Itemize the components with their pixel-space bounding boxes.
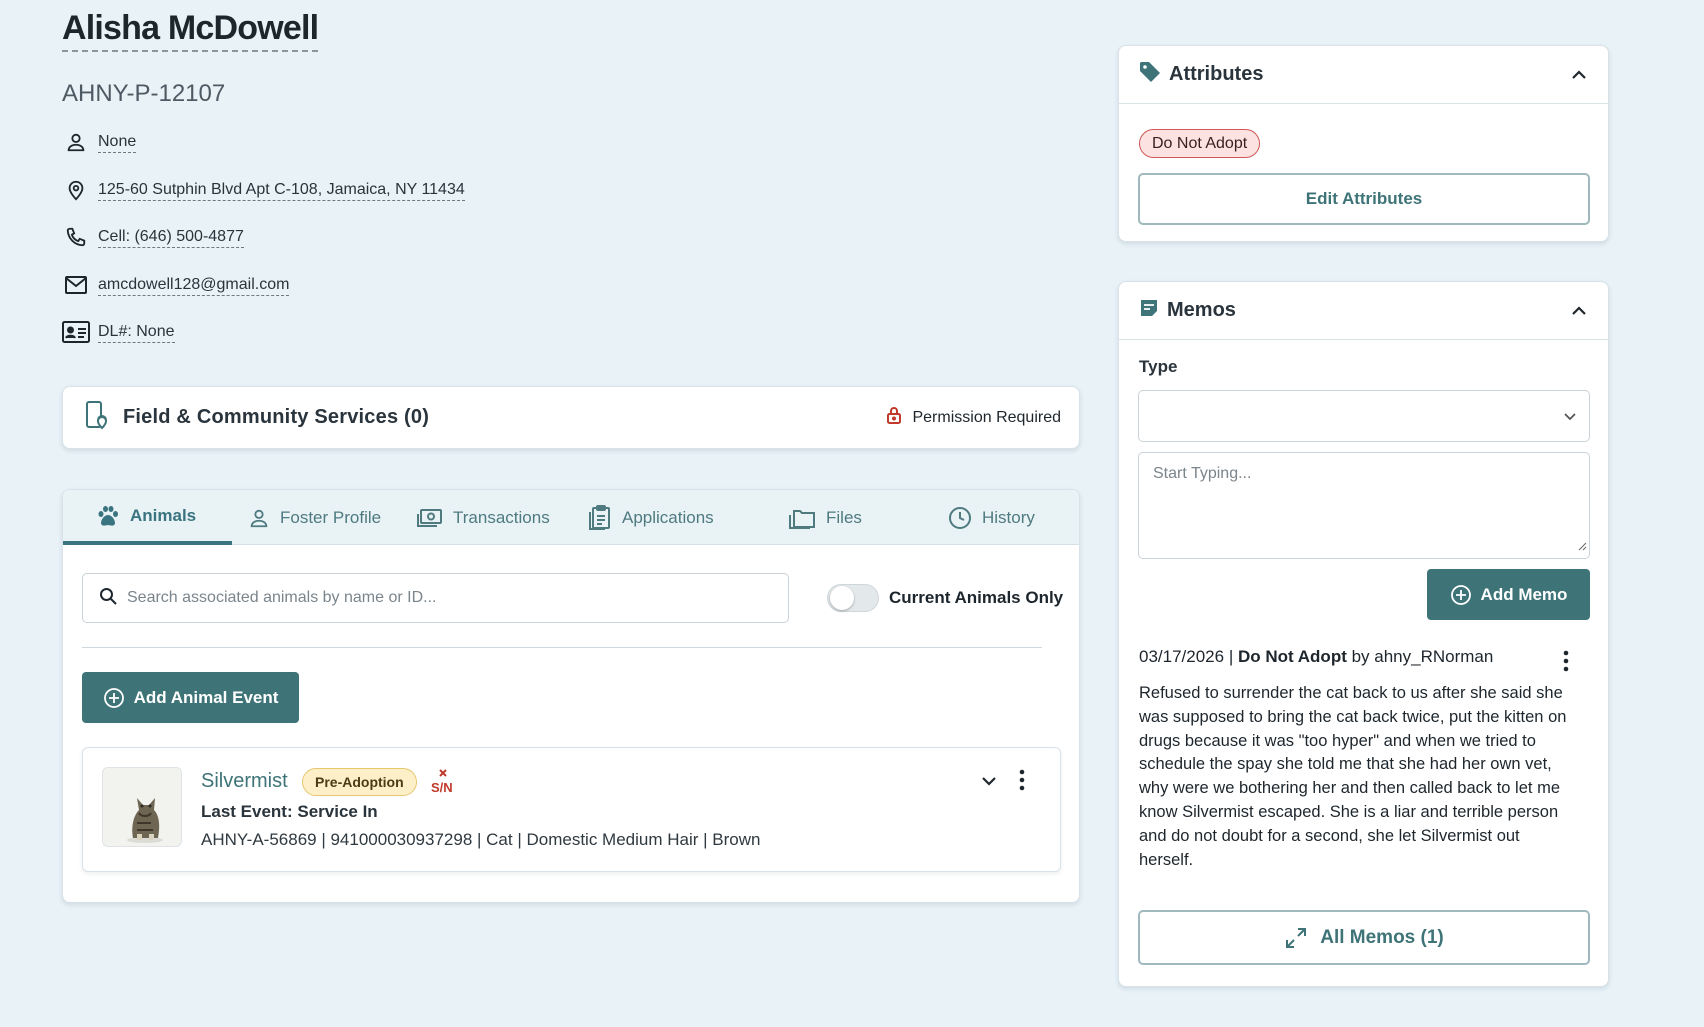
add-memo-label: Add Memo [1480, 584, 1568, 604]
tab-applications-label: Applications [622, 507, 714, 527]
phone-row: Cell: (646) 500-4877 [62, 223, 244, 251]
phone-icon [62, 223, 90, 251]
tab-animals-label: Animals [130, 505, 197, 525]
tab-transactions-label: Transactions [453, 507, 550, 527]
id-card-icon [62, 318, 90, 346]
chevron-up-icon[interactable] [1570, 66, 1588, 84]
clock-icon [948, 506, 972, 530]
memo-icon [1139, 298, 1159, 323]
folder-icon [788, 507, 816, 529]
animal-search-input[interactable] [127, 589, 727, 607]
tag-icon [1139, 61, 1161, 88]
lock-icon [886, 406, 902, 429]
memos-title: Memos [1167, 299, 1236, 321]
all-memos-label: All Memos (1) [1320, 926, 1444, 948]
permission-text: Permission Required [912, 408, 1061, 426]
tab-foster-profile-label: Foster Profile [280, 507, 382, 527]
memo-date: 03/17/2026 [1139, 647, 1225, 666]
memos-header[interactable]: Memos [1119, 282, 1608, 340]
chevron-down-icon[interactable] [980, 772, 998, 795]
memo-type-label: Type [1139, 357, 1178, 376]
not-spayed-neutered-icon: S/N [430, 768, 458, 801]
field-services-title: Field & Community Services (0) [123, 406, 430, 428]
more-vertical-icon[interactable] [1018, 769, 1026, 796]
more-vertical-icon[interactable] [1562, 650, 1570, 677]
tab-history-label: History [982, 507, 1035, 527]
tab-files[interactable]: Files [788, 490, 862, 545]
toggle-switch[interactable] [827, 584, 879, 612]
toggle-label: Current Animals Only [889, 588, 1064, 607]
email-link[interactable]: amcdowell128@gmail.com [98, 275, 290, 296]
memo-type: Do Not Adopt [1237, 647, 1347, 666]
memo-type-select[interactable] [1138, 390, 1590, 442]
attributes-card: Attributes Do Not Adopt Edit Attributes [1118, 45, 1609, 242]
dl-value[interactable]: DL#: None [98, 322, 175, 343]
search-icon [99, 587, 117, 610]
add-memo-button[interactable]: Add Memo [1427, 569, 1590, 620]
contact-person-row: None [62, 128, 137, 156]
tab-applications[interactable]: Applications [588, 490, 714, 545]
memo-text-input[interactable]: Start Typing... [1138, 452, 1590, 559]
sn-label: S/N [431, 780, 453, 795]
person-icon [248, 507, 270, 529]
toggle-knob [830, 586, 854, 610]
address-row: 125-60 Sutphin Blvd Apt C-108, Jamaica, … [62, 176, 465, 204]
attributes-title: Attributes [1169, 63, 1264, 85]
add-animal-event-button[interactable]: Add Animal Event [82, 672, 299, 723]
person-id: AHNY-P-12107 [62, 80, 226, 107]
field-community-services-card[interactable]: Field & Community Services (0) Permissio… [62, 386, 1080, 449]
all-memos-button[interactable]: All Memos (1) [1138, 910, 1590, 965]
memos-card: Memos Type Start Typing... Add Memo 03/1… [1118, 281, 1609, 987]
animal-name-link[interactable]: Silvermist [201, 770, 288, 793]
animal-meta: AHNY-A-56869 | 941000030937298 | Cat | D… [201, 830, 761, 849]
tab-foster-profile[interactable]: Foster Profile [248, 490, 381, 545]
plus-circle-icon [103, 687, 125, 709]
expand-icon [1284, 926, 1308, 950]
mobile-location-icon [85, 400, 109, 435]
person-icon [62, 128, 90, 156]
phone-link[interactable]: Cell: (646) 500-4877 [98, 227, 244, 248]
person-name[interactable]: Alisha McDowell [62, 8, 319, 52]
animal-search[interactable] [82, 573, 789, 623]
mail-icon [62, 271, 90, 299]
location-pin-icon [62, 176, 90, 204]
money-icon [417, 508, 443, 528]
tab-files-label: Files [826, 507, 862, 527]
animal-last-event: Last Event: Service In [201, 802, 378, 821]
dl-row: DL#: None [62, 318, 175, 346]
tabs-card: Animals Foster Profile Transactions Appl… [62, 489, 1080, 903]
address-link[interactable]: 125-60 Sutphin Blvd Apt C-108, Jamaica, … [98, 180, 465, 201]
memo-author: by ahny_RNorman [1351, 647, 1494, 666]
attribute-tag: Do Not Adopt [1139, 129, 1261, 158]
chevron-down-icon [1563, 409, 1577, 428]
current-animals-toggle[interactable]: Current Animals Only [827, 584, 1063, 612]
edit-attributes-button[interactable]: Edit Attributes [1138, 173, 1590, 225]
paw-icon [96, 505, 120, 527]
plus-circle-icon [1450, 584, 1472, 606]
attributes-header[interactable]: Attributes [1119, 46, 1608, 104]
tab-transactions[interactable]: Transactions [417, 490, 550, 545]
animal-card[interactable]: Silvermist Pre-Adoption S/N Last Event: … [82, 747, 1061, 872]
tab-bar: Animals Foster Profile Transactions Appl… [63, 490, 1079, 545]
chevron-up-icon[interactable] [1570, 302, 1588, 320]
clipboard-icon [588, 504, 612, 531]
tab-history[interactable]: History [948, 490, 1035, 545]
contact-person-value[interactable]: None [98, 132, 137, 153]
add-animal-event-label: Add Animal Event [133, 687, 279, 707]
memo-body: Refused to surrender the cat back to us … [1139, 684, 1567, 869]
memo-entry-header: 03/17/2026 | Do Not Adopt by ahny_RNorma… [1139, 647, 1494, 666]
status-badge: Pre-Adoption [302, 768, 417, 796]
resize-grip-icon[interactable] [1577, 538, 1587, 556]
email-row: amcdowell128@gmail.com [62, 271, 290, 299]
memo-text-placeholder: Start Typing... [1153, 465, 1252, 482]
animal-photo[interactable] [102, 767, 182, 847]
tab-animals[interactable]: Animals [63, 490, 232, 545]
permission-required: Permission Required [886, 406, 1061, 429]
divider [82, 647, 1042, 648]
